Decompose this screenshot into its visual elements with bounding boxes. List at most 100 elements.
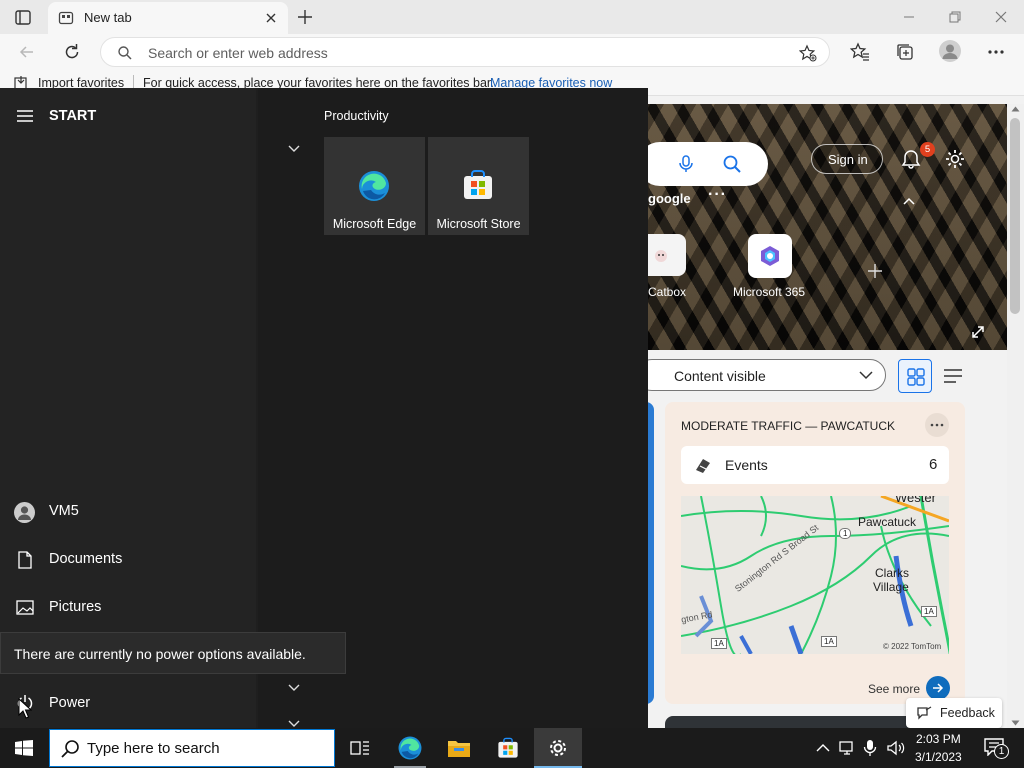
scroll-down-icon[interactable] <box>1011 720 1020 726</box>
browser-tab-bar: New tab <box>0 0 1024 34</box>
add-quick-link-icon[interactable] <box>866 262 884 280</box>
taskbar-file-explorer[interactable] <box>435 728 483 768</box>
new-tab-plus-icon[interactable] <box>296 8 314 26</box>
search-suggestion[interactable]: google <box>648 191 691 206</box>
start-button[interactable] <box>0 728 48 768</box>
events-count: 6 <box>929 456 938 473</box>
quick-link-catbox-label[interactable]: Catbox <box>648 285 686 299</box>
tab-new-tab[interactable]: New tab <box>48 2 288 34</box>
content-visibility-value: Content visible <box>674 368 766 384</box>
restore-icon[interactable] <box>948 10 962 24</box>
events-label: Events <box>725 457 768 473</box>
traffic-card[interactable]: MODERATE TRAFFIC — PAWCATUCK Events 6 We… <box>665 402 965 704</box>
user-avatar <box>14 502 35 523</box>
web-search-box[interactable] <box>638 142 768 186</box>
edge-icon <box>359 171 389 201</box>
favorites-icon[interactable] <box>850 42 870 62</box>
sign-in-button[interactable]: Sign in <box>811 144 883 174</box>
suggestion-more-icon[interactable]: ··· <box>708 186 727 204</box>
more-menu-icon[interactable] <box>986 42 1006 62</box>
map-route-1a-central: 1A <box>821 636 837 647</box>
action-center-button[interactable]: 1 <box>978 728 1024 768</box>
grid-view-button[interactable] <box>898 359 932 393</box>
close-tab-icon[interactable] <box>264 11 278 25</box>
address-bar-row: Search or enter web address <box>0 34 1024 70</box>
catbox-icon <box>655 250 667 262</box>
tile-microsoft-edge[interactable]: Microsoft Edge <box>324 137 425 235</box>
close-window-icon[interactable] <box>994 10 1008 24</box>
start-power[interactable]: Power <box>0 684 256 724</box>
events-row[interactable]: Events 6 <box>681 446 949 484</box>
notifications-bell-icon[interactable] <box>900 148 922 170</box>
see-more-button[interactable] <box>926 676 950 700</box>
scroll-up-icon[interactable] <box>1011 106 1020 112</box>
see-more-link[interactable]: See more <box>868 682 920 696</box>
refresh-icon[interactable] <box>62 42 82 62</box>
microsoft-365-icon <box>761 246 779 266</box>
mouse-cursor-icon <box>18 698 32 719</box>
page-scrollbar[interactable] <box>1007 104 1024 728</box>
traffic-card-title: MODERATE TRAFFIC — PAWCATUCK <box>681 419 896 433</box>
add-favorite-icon[interactable] <box>799 44 817 62</box>
file-explorer-icon <box>448 741 470 757</box>
chevron-down-icon[interactable] <box>288 684 300 692</box>
map-route-1a-south: 1A <box>711 638 727 649</box>
start-pictures[interactable]: Pictures <box>0 588 256 628</box>
start-header: START <box>49 108 97 124</box>
chevron-down-icon[interactable] <box>288 145 300 153</box>
microphone-icon[interactable] <box>863 739 877 757</box>
expand-icon[interactable] <box>970 324 986 340</box>
tile-microsoft-store[interactable]: Microsoft Store <box>428 137 529 235</box>
user-name: VM5 <box>49 503 79 519</box>
map-label-pawcatuck: Pawcatuck <box>858 515 917 529</box>
sign-in-label: Sign in <box>828 152 868 167</box>
map-route-1a-east: 1A <box>921 606 937 617</box>
quick-link-catbox-tile[interactable] <box>648 234 686 276</box>
clock-time[interactable]: 2:03 PM <box>916 732 961 746</box>
network-icon[interactable] <box>838 739 856 757</box>
task-view-button[interactable] <box>336 728 384 768</box>
collapse-chevron-up-icon[interactable] <box>902 196 916 206</box>
card-more-button[interactable] <box>925 413 949 437</box>
quick-link-m365-label[interactable]: Microsoft 365 <box>733 285 805 299</box>
collections-icon[interactable] <box>895 42 915 62</box>
start-user-vm5[interactable]: VM5 <box>0 492 256 532</box>
scrollbar-thumb[interactable] <box>1010 118 1020 314</box>
tile-group-title: Productivity <box>324 109 389 123</box>
profile-avatar[interactable] <box>939 40 961 62</box>
settings-gear-icon[interactable] <box>944 148 966 170</box>
taskbar-edge[interactable] <box>386 728 434 768</box>
address-input[interactable]: Search or enter web address <box>100 37 830 67</box>
chevron-down-icon[interactable] <box>288 720 300 728</box>
clock-date[interactable]: 3/1/2023 <box>915 750 962 764</box>
feedback-button[interactable]: Feedback <box>906 698 1002 728</box>
new-tab-page-icon <box>58 11 74 25</box>
web-search-icon[interactable] <box>722 154 742 174</box>
taskbar-store[interactable] <box>484 728 532 768</box>
pictures-label: Pictures <box>49 599 102 615</box>
tab-title: New tab <box>84 10 132 25</box>
content-visibility-dropdown[interactable]: Content visible <box>636 359 886 391</box>
list-view-icon[interactable] <box>943 367 963 385</box>
tab-actions-icon[interactable] <box>12 8 34 28</box>
user-icon <box>18 506 31 520</box>
back-arrow-icon[interactable] <box>18 43 36 61</box>
map-label-village: Village <box>873 580 909 594</box>
store-icon <box>498 737 518 758</box>
voice-search-icon[interactable] <box>676 154 696 174</box>
taskbar-search-box[interactable]: Type here to search <box>49 729 335 767</box>
minimize-icon[interactable] <box>902 10 916 24</box>
show-hidden-icons-chevron[interactable] <box>816 743 830 753</box>
start-documents[interactable]: Documents <box>0 540 256 580</box>
pictures-icon <box>16 600 34 615</box>
feedback-icon <box>917 706 932 720</box>
profile-icon <box>942 44 958 59</box>
traffic-map[interactable]: Wester Pawcatuck Clarks Village Stoningt… <box>681 496 949 654</box>
hamburger-menu-icon[interactable] <box>16 109 34 123</box>
taskbar-settings[interactable] <box>534 728 582 768</box>
volume-icon[interactable] <box>886 739 906 757</box>
power-label: Power <box>49 695 91 711</box>
task-view-icon <box>350 741 369 755</box>
quick-link-m365-tile[interactable] <box>748 234 792 278</box>
ellipsis-icon <box>930 423 944 427</box>
